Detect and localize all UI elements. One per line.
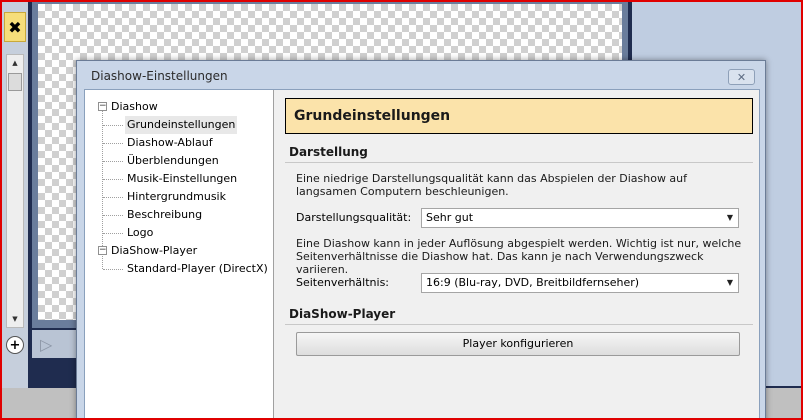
tree-item-label[interactable]: Grundeinstellungen [125, 116, 238, 134]
tree-connector [103, 143, 123, 144]
collapse-icon[interactable]: − [98, 246, 107, 255]
dialog-body: − Diashow Grundeinstellungen Diashow-Abl… [84, 89, 760, 420]
chevron-down-icon: ▼ [726, 278, 733, 287]
collapse-icon[interactable]: − [98, 102, 107, 111]
chevron-down-icon: ▼ [726, 213, 733, 222]
tree-item-label[interactable]: Standard-Player (DirectX) [125, 260, 270, 278]
tree-item-beschreibung[interactable]: Beschreibung [85, 206, 273, 224]
tree-node-label[interactable]: DiaShow-Player [111, 242, 197, 260]
tree-item-musik-einstellungen[interactable]: Musik-Einstellungen [85, 170, 273, 188]
tree-item-label[interactable]: Diashow-Ablauf [125, 134, 215, 152]
divider [285, 162, 753, 163]
tree-connector [103, 233, 123, 234]
tree-connector [103, 161, 123, 162]
tree-node-diashow[interactable]: − Diashow [85, 98, 273, 116]
tree-node-label[interactable]: Diashow [111, 98, 158, 116]
tree-connector [103, 269, 123, 270]
settings-tree: − Diashow Grundeinstellungen Diashow-Abl… [85, 90, 274, 420]
tree-item-standard-player[interactable]: Standard-Player (DirectX) [85, 256, 273, 278]
play-icon[interactable]: ▷ [40, 335, 52, 354]
dialog-title: Diashow-Einstellungen [91, 69, 228, 83]
scroll-up-icon[interactable]: ▲ [7, 55, 23, 71]
page-title: Grundeinstellungen [285, 98, 753, 134]
tree-item-label[interactable]: Logo [125, 224, 155, 242]
delete-icon[interactable]: ✖ [4, 12, 26, 42]
scroll-down-icon[interactable]: ▼ [7, 311, 23, 327]
tree-node-diashow-player[interactable]: − DiaShow-Player [85, 242, 273, 260]
tree-connector [103, 179, 123, 180]
tree-item-grundeinstellungen[interactable]: Grundeinstellungen [85, 116, 273, 134]
configure-player-button[interactable]: Player konfigurieren [296, 332, 740, 356]
quality-select[interactable]: Sehr gut ▼ [421, 208, 739, 228]
divider [285, 324, 753, 325]
section-title-darstellung: Darstellung [289, 145, 368, 159]
settings-dialog: Diashow-Einstellungen ✕ − Diashow Grunde… [76, 60, 766, 420]
tree-item-logo[interactable]: Logo [85, 224, 273, 242]
tree-item-label[interactable]: Hintergrundmusik [125, 188, 228, 206]
section-title-player: DiaShow-Player [289, 307, 396, 321]
tree-connector [102, 256, 103, 269]
close-icon[interactable]: ✕ [728, 69, 755, 85]
tree-item-label[interactable]: Beschreibung [125, 206, 204, 224]
vertical-scrollbar[interactable]: ▲ ▼ [6, 54, 24, 328]
add-icon[interactable]: + [6, 336, 24, 354]
tree-item-ueberblendungen[interactable]: Überblendungen [85, 152, 273, 170]
tree-item-diashow-ablauf[interactable]: Diashow-Ablauf [85, 134, 273, 152]
tree-item-hintergrundmusik[interactable]: Hintergrundmusik [85, 188, 273, 206]
tree-item-label[interactable]: Musik-Einstellungen [125, 170, 239, 188]
tree-item-label[interactable]: Überblendungen [125, 152, 221, 170]
ratio-label: Seitenverhältnis: [296, 276, 390, 289]
tree-connector [103, 125, 123, 126]
quality-description: Eine niedrige Darstellungsqualität kann … [296, 172, 688, 198]
scroll-thumb[interactable] [8, 73, 22, 91]
left-toolbar: ✖ ▲ ▼ + [2, 2, 28, 388]
quality-select-value: Sehr gut [426, 211, 474, 224]
ratio-select-value: 16:9 (Blu-ray, DVD, Breitbildfernseher) [426, 276, 640, 289]
ratio-description: Eine Diashow kann in jeder Auflösung abg… [296, 237, 742, 276]
quality-label: Darstellungsqualität: [296, 211, 412, 224]
settings-content: Grundeinstellungen Darstellung Eine nied… [281, 90, 757, 420]
tree-connector [103, 215, 123, 216]
ratio-select[interactable]: 16:9 (Blu-ray, DVD, Breitbildfernseher) … [421, 273, 739, 293]
tree-connector [103, 197, 123, 198]
